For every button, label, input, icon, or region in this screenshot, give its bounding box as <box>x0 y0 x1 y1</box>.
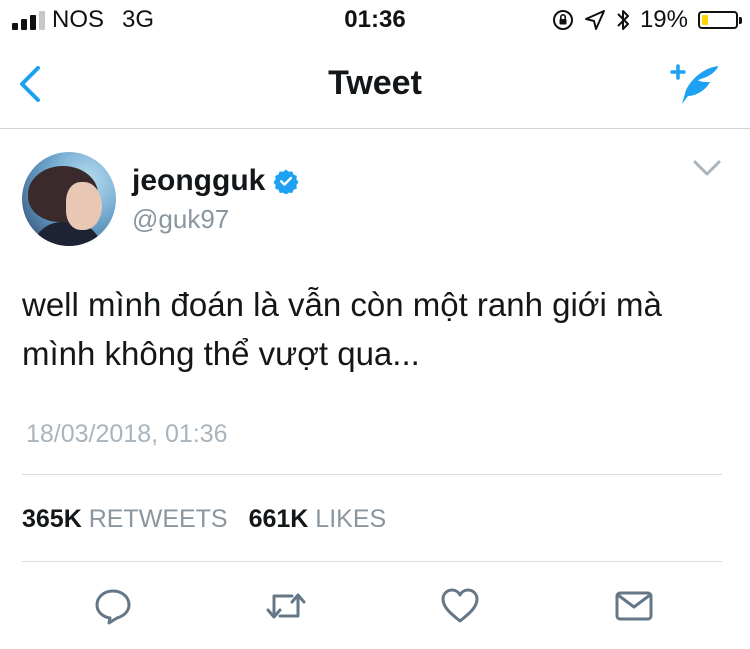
retweets-stat[interactable]: 365K RETWEETS <box>22 505 228 533</box>
likes-stat[interactable]: 661K LIKES <box>249 505 387 533</box>
author-handle[interactable]: @guk97 <box>132 204 229 235</box>
author-name-row[interactable]: jeongguk <box>132 164 299 198</box>
retweets-label: RETWEETS <box>88 505 228 533</box>
tweet-actions <box>0 580 750 640</box>
reply-button[interactable] <box>93 586 133 626</box>
tweet-text: well mình đoán là vẫn còn một ranh giới … <box>22 286 662 372</box>
battery-icon <box>698 11 742 29</box>
compose-quill-icon[interactable] <box>666 60 722 108</box>
navigation-bar: Tweet <box>0 40 750 129</box>
like-button[interactable] <box>440 586 480 626</box>
verified-badge-icon <box>273 169 299 194</box>
avatar-face <box>66 182 102 230</box>
location-arrow-icon <box>584 10 605 30</box>
page-title: Tweet <box>328 64 422 102</box>
chevron-down-icon[interactable] <box>692 158 722 178</box>
divider <box>22 561 722 562</box>
tweet-timestamp: 18/03/2018, 01:36 <box>26 420 228 448</box>
likes-count: 661K <box>248 505 309 533</box>
status-bar: NOS 3G 01:36 19% <box>0 0 750 40</box>
retweet-icon <box>266 593 306 619</box>
battery-fill <box>702 15 708 25</box>
avatar[interactable] <box>22 152 116 246</box>
likes-label: LIKES <box>315 505 387 533</box>
retweets-count: 365K <box>22 505 82 533</box>
direct-message-button[interactable] <box>614 586 654 626</box>
status-right-group: 19% <box>552 6 742 34</box>
author-display-name[interactable]: jeongguk <box>132 164 265 198</box>
divider <box>22 474 722 475</box>
direct-message-icon <box>615 591 653 621</box>
bluetooth-icon <box>617 10 629 30</box>
retweet-button[interactable] <box>266 586 306 626</box>
rotation-lock-icon <box>552 10 573 30</box>
battery-percent: 19% <box>639 6 688 33</box>
reply-icon <box>95 589 131 625</box>
tweet-stats: 365K RETWEETS 661K LIKES <box>22 505 400 534</box>
like-icon <box>441 588 479 623</box>
